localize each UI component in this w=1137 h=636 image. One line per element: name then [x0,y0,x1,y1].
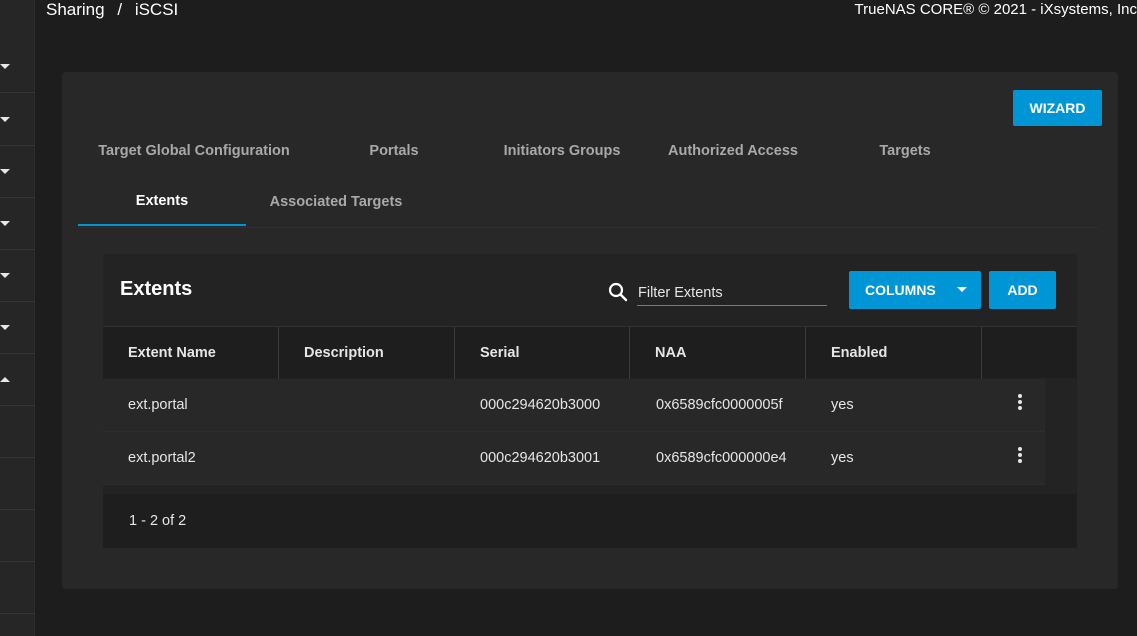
sidebar-item[interactable] [0,458,35,510]
extents-panel: Extents COLUMNS ADD Extent Name Descript… [103,254,1077,548]
column-header-extent-name[interactable]: Extent Name [103,327,279,379]
sidebar [0,0,35,636]
chevron-up-icon [0,376,10,382]
cell-serial: 000c294620b3000 [480,397,601,413]
chevron-down-icon [0,272,10,278]
table-row[interactable]: ext.portal 000c294620b3000 0x6589cfc0000… [103,379,1045,432]
column-header-description[interactable]: Description [279,327,455,379]
search-icon [608,282,628,302]
wizard-button[interactable]: WIZARD [1013,90,1102,126]
tab-associated-targets[interactable]: Associated Targets [252,182,420,222]
column-header-enabled[interactable]: Enabled [806,327,982,379]
columns-button[interactable]: COLUMNS [849,271,981,309]
sidebar-item[interactable] [0,354,35,406]
cell-description [279,379,455,432]
sidebar-item[interactable] [0,250,35,302]
row-actions-menu-icon[interactable] [1016,394,1024,412]
cell-enabled: yes [831,397,854,413]
chevron-down-icon [0,116,10,122]
table-row[interactable]: ext.portal2 000c294620b3001 0x6589cfc000… [103,432,1045,485]
cell-enabled: yes [831,450,854,466]
cell-description [279,432,455,485]
panel-title: Extents [120,278,193,300]
tab-targets[interactable]: Targets [832,131,978,171]
tab-extents[interactable]: Extents [78,181,246,221]
chevron-down-icon [0,324,10,330]
chevron-down-icon [0,63,10,69]
chevron-down-icon [0,168,10,174]
sidebar-item[interactable] [0,562,35,614]
sidebar-item[interactable] [0,146,35,198]
tab-authorized-access[interactable]: Authorized Access [652,131,814,171]
add-button[interactable]: ADD [989,271,1056,309]
topbar: Sharing / iSCSI TrueNAS CORE® © 2021 - i… [35,0,1137,30]
iscsi-card: WIZARD Target Global Configuration Porta… [62,72,1118,589]
sidebar-item[interactable] [0,41,35,93]
cell-extent-name: ext.portal2 [128,450,196,466]
table-header: Extent Name Description Serial NAA Enabl… [103,326,1077,379]
cell-serial: 000c294620b3001 [480,450,601,466]
breadcrumb-separator: / [117,0,123,19]
filter-extents-input[interactable] [637,280,827,306]
sidebar-item[interactable] [0,302,35,354]
breadcrumb-parent[interactable]: Sharing [46,0,105,19]
table-footer: 1 - 2 of 2 [103,494,1077,548]
cell-naa: 0x6589cfc000000e4 [656,450,787,466]
columns-button-label: COLUMNS [865,282,936,298]
chevron-down-icon [0,220,10,226]
active-tab-indicator [78,224,246,226]
column-header-naa[interactable]: NAA [630,327,806,379]
sidebar-item[interactable] [0,510,35,562]
cell-naa: 0x6589cfc0000005f [656,397,783,413]
row-actions-menu-icon[interactable] [1016,447,1024,465]
sidebar-item[interactable] [0,94,35,146]
tab-divider [78,227,1098,228]
breadcrumb-current: iSCSI [134,0,179,19]
sidebar-item[interactable] [0,198,35,250]
chevron-down-icon [957,287,967,292]
sidebar-item[interactable] [0,406,35,458]
copyright-text: TrueNAS CORE® © 2021 - iXsystems, Inc [854,1,1137,18]
breadcrumb: Sharing / iSCSI [46,0,186,22]
tab-portals[interactable]: Portals [332,131,456,171]
column-header-serial[interactable]: Serial [455,327,630,379]
column-header-actions [982,327,1077,379]
cell-extent-name: ext.portal [128,397,188,413]
tab-target-global-configuration[interactable]: Target Global Configuration [82,131,306,171]
pagination-range: 1 - 2 of 2 [129,513,187,529]
tab-initiators-groups[interactable]: Initiators Groups [482,131,642,171]
